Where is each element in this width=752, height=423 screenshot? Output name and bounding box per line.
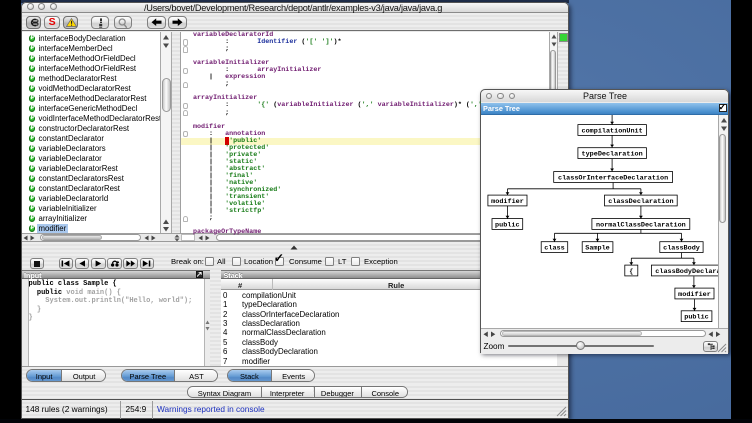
svg-text:classBodyDeclaration: classBodyDeclaration <box>655 267 718 275</box>
svg-text:classBody: classBody <box>663 244 700 252</box>
svg-text:classDeclaration: classDeclaration <box>608 197 673 205</box>
svg-text:modifier: modifier <box>491 197 524 205</box>
svg-text:typeDeclaration: typeDeclaration <box>581 150 642 158</box>
svg-text:public: public <box>495 221 519 229</box>
svg-text:Sample: Sample <box>585 244 609 252</box>
svg-text:class: class <box>544 244 564 252</box>
svg-text:compilationUnit: compilationUnit <box>581 127 642 135</box>
svg-text:normalClassDeclaration: normalClassDeclaration <box>596 221 686 229</box>
svg-text:classOrInterfaceDeclaration: classOrInterfaceDeclaration <box>558 174 668 182</box>
svg-text:modifier: modifier <box>678 290 711 298</box>
svg-text:{: { <box>629 267 633 275</box>
svg-text:public: public <box>684 313 708 321</box>
